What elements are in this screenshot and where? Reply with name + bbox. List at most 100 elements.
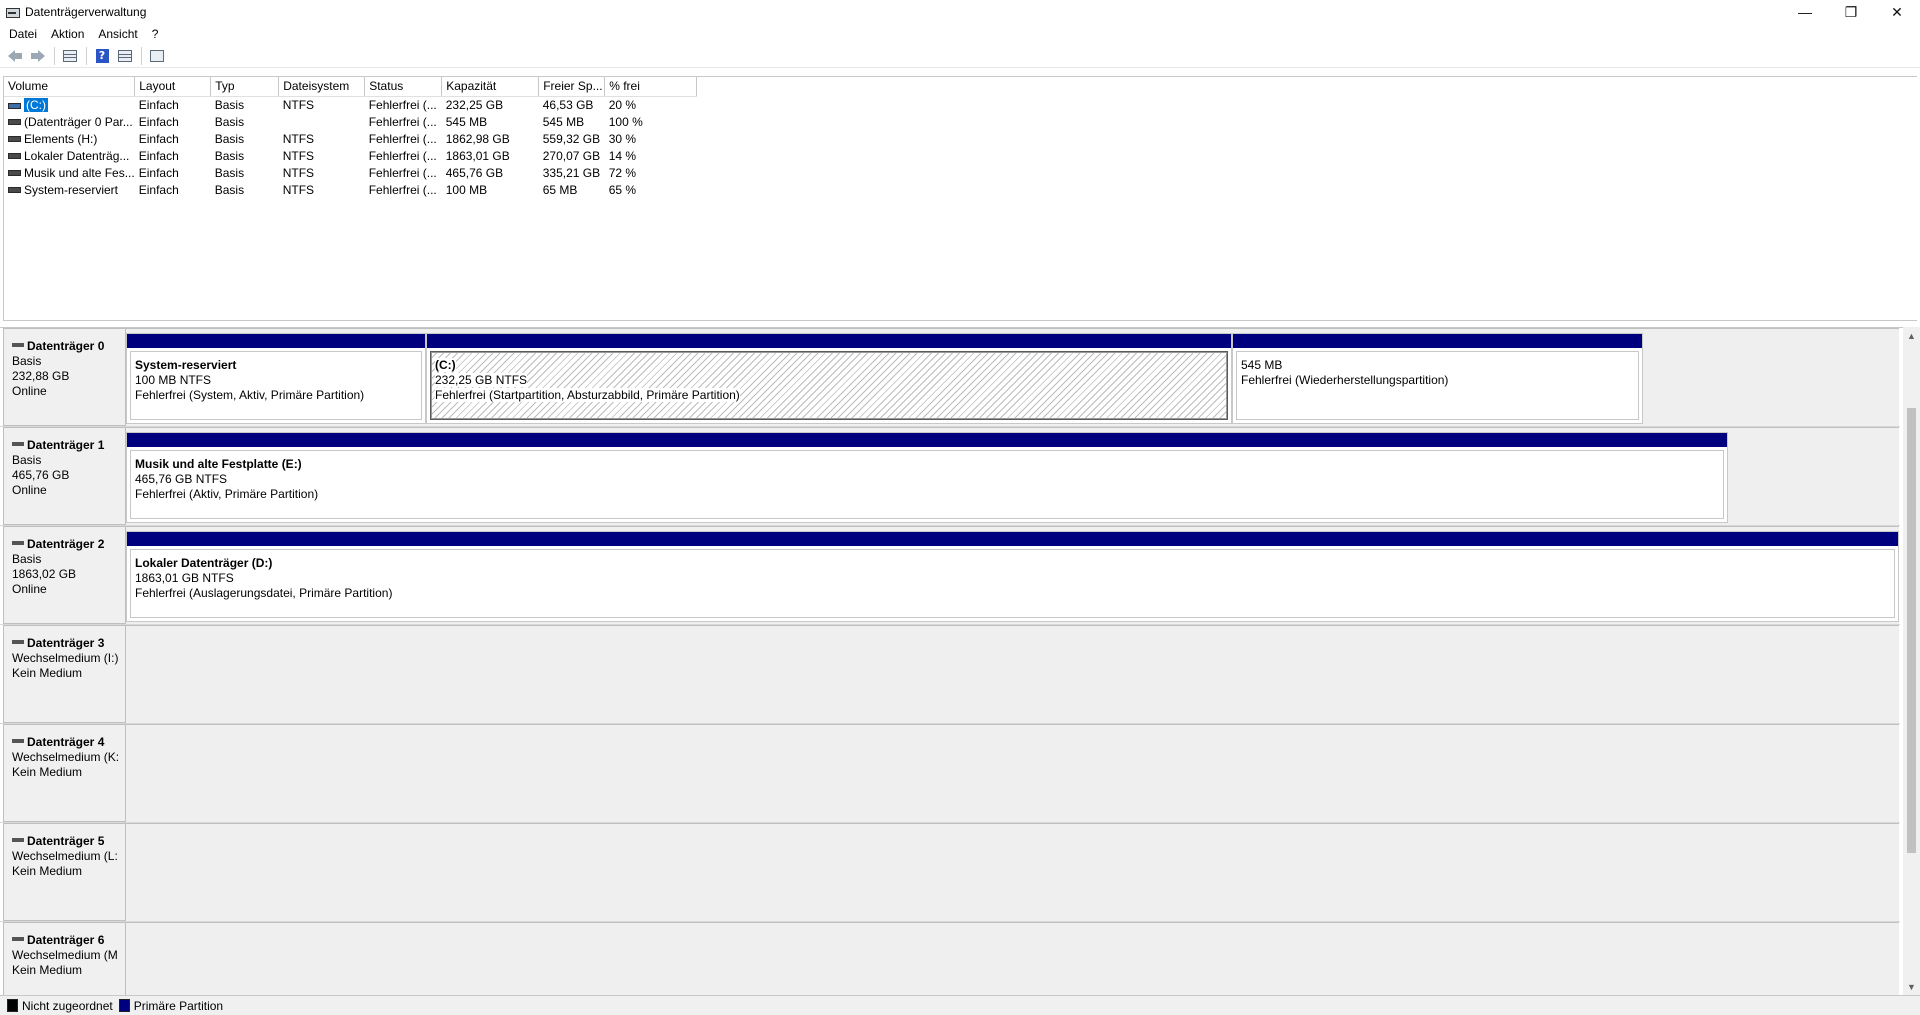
console-tree-icon — [63, 49, 77, 62]
view-icon — [150, 49, 164, 62]
disk-view: Datenträger 0 Basis 232,88 GB Online Sys… — [0, 327, 1920, 995]
column-header-kapazitaet[interactable]: Kapazität — [441, 77, 540, 97]
table-row[interactable]: (Datenträger 0 Par... Einfach Basis Fehl… — [4, 113, 697, 130]
typ-cell: Basis — [214, 131, 245, 146]
volume-cell: Musik und alte Fes... — [4, 164, 135, 181]
table-row[interactable]: (C:) Einfach Basis NTFS Fehlerfrei (... … — [4, 96, 697, 113]
close-button[interactable]: ✕ — [1874, 0, 1920, 24]
maximize-button[interactable]: ❐ — [1828, 0, 1874, 24]
forward-button[interactable] — [27, 45, 49, 67]
menu-datei[interactable]: Datei — [2, 24, 44, 44]
help-button[interactable]: ? — [91, 45, 113, 67]
percent-free-cell: 20 % — [608, 97, 637, 112]
disk-row-2: Datenträger 2 Basis 1863,02 GB Online Lo… — [0, 526, 1900, 625]
partition-body: Musik und alte Festplatte (E:) 465,76 GB… — [130, 450, 1724, 519]
column-header-layout[interactable]: Layout — [134, 77, 212, 97]
disk-row-3: Datenträger 3 Wechselmedium (I:) Kein Me… — [0, 625, 1900, 724]
scroll-down-arrow-icon[interactable]: ▼ — [1903, 978, 1920, 995]
disk-partitions-area — [126, 823, 1899, 921]
volume-cell: System-reserviert — [4, 181, 135, 198]
menu-aktion[interactable]: Aktion — [44, 24, 91, 44]
disk-label[interactable]: Datenträger 4 Wechselmedium (K: Kein Med… — [3, 724, 126, 822]
volume-name: Musik und alte Fes... — [24, 165, 135, 180]
typ-cell: Basis — [214, 97, 245, 112]
disk-status: Kein Medium — [12, 864, 83, 878]
partition-status: Fehlerfrei (System, Aktiv, Primäre Parti… — [135, 388, 365, 402]
disk-type: Basis — [12, 552, 42, 566]
volume-icon — [8, 170, 21, 177]
column-header-typ[interactable]: Typ — [210, 77, 280, 97]
free-space-cell: 65 MB — [542, 182, 578, 197]
minimize-button[interactable]: — — [1782, 0, 1828, 24]
layout-cell: Einfach — [138, 165, 179, 180]
column-header-dateisystem[interactable]: Dateisystem — [278, 77, 366, 97]
percent-free-cell: 100 % — [608, 114, 643, 129]
toolbar: ? — [0, 44, 1920, 68]
table-row[interactable]: Elements (H:) Einfach Basis NTFS Fehlerf… — [4, 130, 697, 147]
console-tree-button[interactable] — [59, 45, 81, 67]
disk-label[interactable]: Datenträger 3 Wechselmedium (I:) Kein Me… — [3, 625, 126, 723]
help-icon: ? — [95, 48, 109, 63]
column-header-prozent-frei[interactable]: % frei — [604, 77, 698, 97]
menu-help[interactable]: ? — [145, 24, 166, 44]
disk-icon — [12, 937, 24, 942]
column-header-freier-speicher[interactable]: Freier Sp... — [538, 77, 606, 97]
table-row[interactable]: Lokaler Datenträg... Einfach Basis NTFS … — [4, 147, 697, 164]
disk-view-scrollbar[interactable]: ▲ ▼ — [1903, 327, 1920, 995]
volume-name: (Datenträger 0 Par... — [24, 114, 133, 129]
primary-partition-bar — [127, 433, 1727, 447]
partition-recovery[interactable]: 545 MB Fehlerfrei (Wiederherstellungspar… — [1232, 333, 1643, 424]
disk-label[interactable]: Datenträger 1 Basis 465,76 GB Online — [3, 427, 126, 525]
disk-size: 465,76 GB — [12, 468, 70, 482]
status-cell: Fehlerfrei (... — [368, 97, 437, 112]
percent-free-cell: 14 % — [608, 148, 637, 163]
column-header-status[interactable]: Status — [364, 77, 443, 97]
disk-label[interactable]: Datenträger 6 Wechselmedium (M Kein Medi… — [3, 922, 126, 995]
disk-icon — [12, 838, 24, 843]
partition-e[interactable]: Musik und alte Festplatte (E:) 465,76 GB… — [126, 432, 1728, 523]
title-bar: Datenträgerverwaltung — ❐ ✕ — [0, 0, 1920, 24]
legend-unallocated: Nicht zugeordnet — [7, 999, 113, 1013]
layout-cell: Einfach — [138, 148, 179, 163]
disk-label[interactable]: Datenträger 0 Basis 232,88 GB Online — [3, 328, 126, 426]
toolbar-separator — [54, 46, 55, 65]
disk-label[interactable]: Datenträger 2 Basis 1863,02 GB Online — [3, 526, 126, 624]
table-row[interactable]: System-reserviert Einfach Basis NTFS Feh… — [4, 181, 697, 198]
volume-icon — [8, 136, 21, 143]
toolbar-separator — [86, 46, 87, 65]
view-button[interactable] — [146, 45, 168, 67]
capacity-cell: 1862,98 GB — [445, 131, 510, 146]
typ-cell: Basis — [214, 165, 245, 180]
table-row[interactable]: Musik und alte Fes... Einfach Basis NTFS… — [4, 164, 697, 181]
column-header-volume[interactable]: Volume — [4, 77, 136, 97]
scrollbar-thumb[interactable] — [1907, 408, 1916, 853]
percent-free-cell: 30 % — [608, 131, 637, 146]
status-cell: Fehlerfrei (... — [368, 114, 437, 129]
partition-body: Lokaler Datenträger (D:) 1863,01 GB NTFS… — [130, 549, 1895, 618]
partition-c[interactable]: (C:) 232,25 GB NTFS Fehlerfrei (Startpar… — [426, 333, 1232, 424]
partition-name: (C:) — [435, 358, 456, 372]
volume-cell: Elements (H:) — [4, 130, 135, 147]
back-button[interactable] — [4, 45, 26, 67]
scroll-up-arrow-icon[interactable]: ▲ — [1903, 327, 1920, 344]
disk-row-4: Datenträger 4 Wechselmedium (K: Kein Med… — [0, 724, 1900, 823]
partition-d[interactable]: Lokaler Datenträger (D:) 1863,01 GB NTFS… — [126, 531, 1899, 622]
volume-name: Elements (H:) — [24, 131, 98, 146]
disk-name: Datenträger 4 — [27, 735, 105, 749]
window-controls: — ❐ ✕ — [1782, 0, 1920, 24]
disk-label[interactable]: Datenträger 5 Wechselmedium (L: Kein Med… — [3, 823, 126, 921]
partition-status: Fehlerfrei (Startpartition, Absturzabbil… — [435, 388, 740, 402]
disk-partitions-area: Lokaler Datenträger (D:) 1863,01 GB NTFS… — [126, 526, 1899, 624]
volume-icon — [8, 102, 21, 109]
partition-name: Lokaler Datenträger (D:) — [135, 556, 273, 570]
disk-row-5: Datenträger 5 Wechselmedium (L: Kein Med… — [0, 823, 1900, 922]
partition-system-reserved[interactable]: System-reserviert 100 MB NTFS Fehlerfrei… — [126, 333, 426, 424]
legend-primary-partition: Primäre Partition — [118, 999, 223, 1013]
capacity-cell: 545 MB — [445, 114, 488, 129]
primary-partition-bar — [127, 532, 1898, 546]
menu-ansicht[interactable]: Ansicht — [91, 24, 144, 44]
disk-status: Online — [12, 384, 47, 398]
status-cell: Fehlerfrei (... — [368, 182, 437, 197]
legend-label: Nicht zugeordnet — [22, 998, 113, 1013]
properties-button[interactable] — [114, 45, 136, 67]
